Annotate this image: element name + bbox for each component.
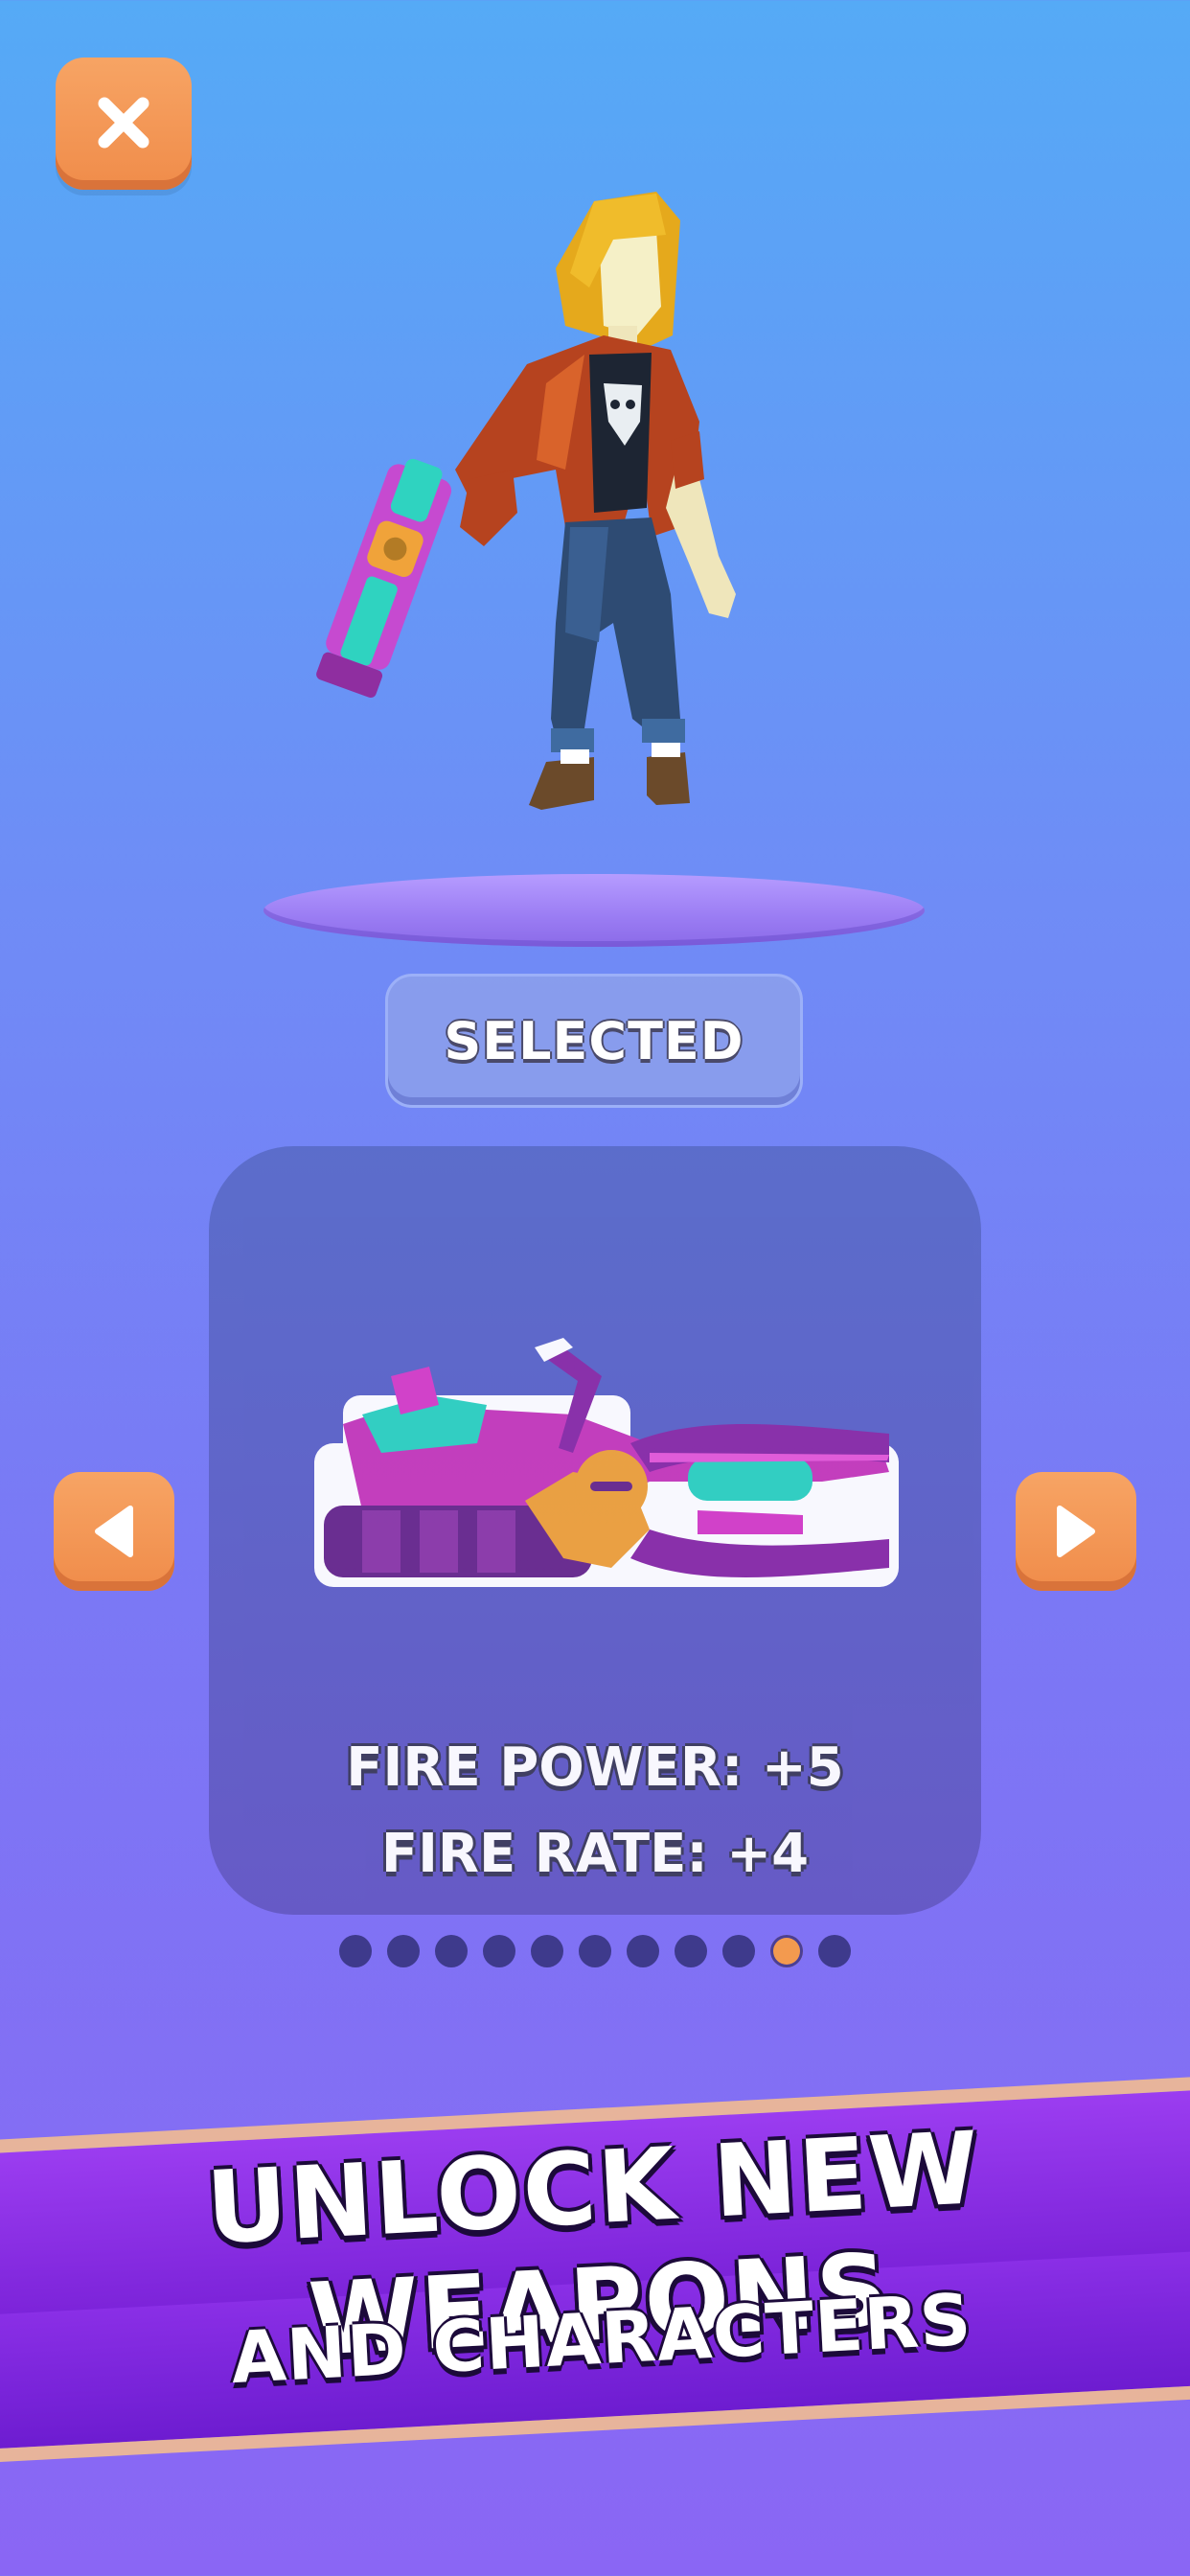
close-icon xyxy=(98,97,149,149)
fire-rate-stat: FIRE RATE: +4 xyxy=(380,1823,810,1885)
weapon-card: FIRE POWER: +5 FIRE RATE: +4 xyxy=(209,1146,981,1915)
pagination-dot[interactable] xyxy=(675,1935,707,1967)
pagination-dot[interactable] xyxy=(818,1935,851,1967)
weapon-pagination xyxy=(339,1935,851,1967)
pagination-dot[interactable] xyxy=(627,1935,659,1967)
pagination-dot[interactable] xyxy=(531,1935,563,1967)
pagination-dot[interactable] xyxy=(387,1935,420,1967)
next-weapon-button[interactable] xyxy=(1016,1472,1136,1591)
pagination-dot[interactable] xyxy=(435,1935,468,1967)
right-arrow-icon xyxy=(1057,1506,1095,1557)
pagination-dot[interactable] xyxy=(483,1935,515,1967)
previous-weapon-button[interactable] xyxy=(54,1472,174,1591)
pagination-dot[interactable] xyxy=(339,1935,372,1967)
fire-power-stat: FIRE POWER: +5 xyxy=(346,1736,844,1799)
close-button[interactable] xyxy=(56,58,192,190)
left-arrow-icon xyxy=(95,1506,133,1557)
selected-label: SELECTED xyxy=(444,1010,744,1071)
promo-banner: UNLOCK NEW WEAPONS AND CHARACTERS xyxy=(0,2037,1190,2544)
character-figure xyxy=(316,192,736,810)
character-platform xyxy=(263,874,925,947)
minigun-weapon xyxy=(314,1338,899,1587)
selected-button[interactable]: SELECTED xyxy=(385,974,803,1108)
pagination-dot[interactable] xyxy=(722,1935,755,1967)
pagination-dot-active[interactable] xyxy=(770,1935,803,1967)
pagination-dot[interactable] xyxy=(579,1935,611,1967)
